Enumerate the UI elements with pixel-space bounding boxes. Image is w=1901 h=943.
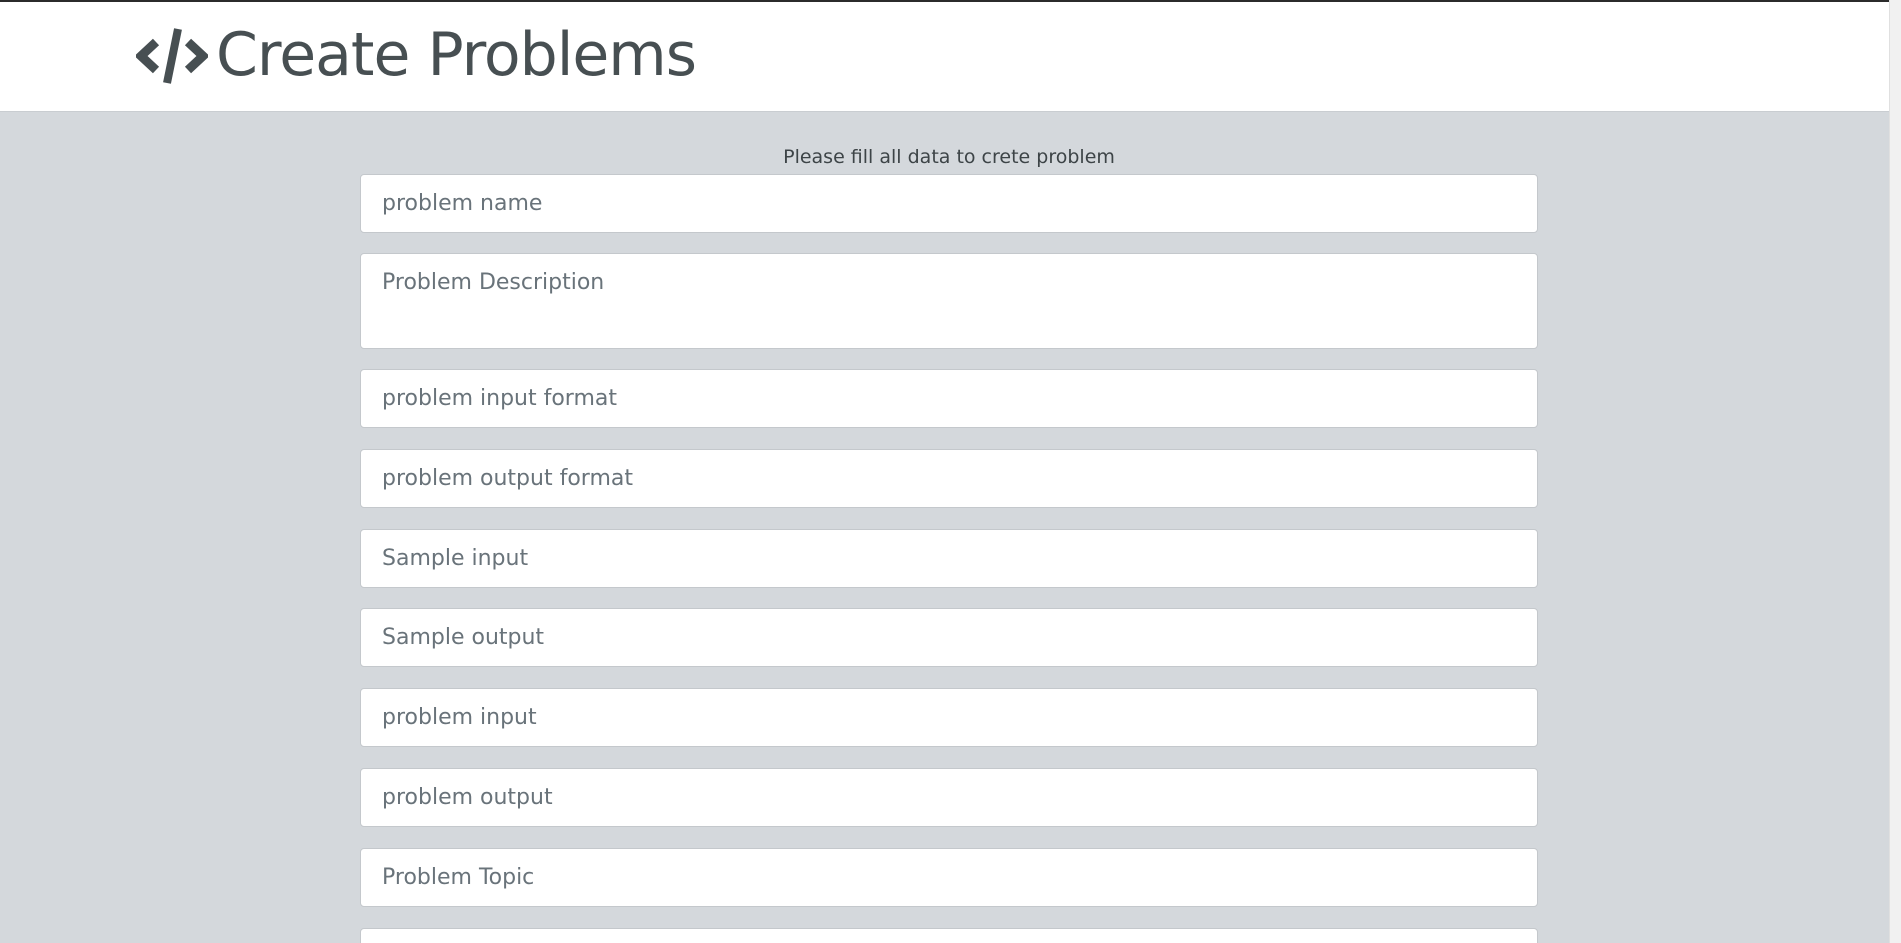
problem-input-input[interactable] bbox=[360, 688, 1538, 747]
problem-description-textarea[interactable] bbox=[360, 253, 1538, 349]
form-instructions: Please fill all data to crete problem bbox=[783, 146, 1115, 168]
page-title: Create Problems bbox=[216, 20, 697, 90]
brand: Create Problems bbox=[136, 18, 697, 92]
vertical-scrollbar[interactable] bbox=[1889, 0, 1901, 943]
create-problem-form: Please fill all data to crete problem bbox=[360, 112, 1538, 943]
problem-output-format-input[interactable] bbox=[360, 449, 1538, 508]
code-brackets-icon bbox=[136, 28, 208, 84]
sample-input-input[interactable] bbox=[360, 529, 1538, 588]
sample-output-input[interactable] bbox=[360, 608, 1538, 667]
problem-input-format-input[interactable] bbox=[360, 369, 1538, 428]
next-field-input[interactable] bbox=[360, 928, 1538, 943]
problem-output-input[interactable] bbox=[360, 768, 1538, 827]
page-header: Create Problems bbox=[0, 0, 1901, 112]
problem-name-input[interactable] bbox=[360, 174, 1538, 233]
problem-topic-input[interactable] bbox=[360, 848, 1538, 907]
